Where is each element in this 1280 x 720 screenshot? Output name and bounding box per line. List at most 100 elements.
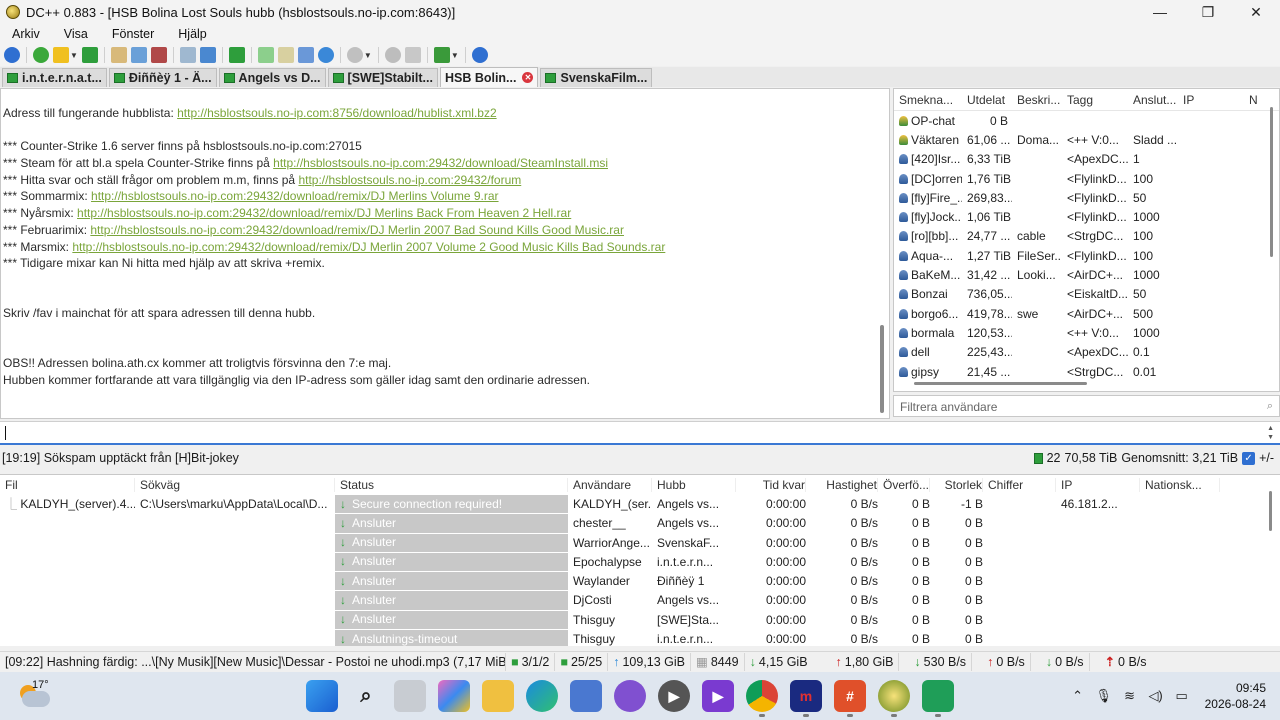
- microphone-icon[interactable]: 🎙: [1093, 685, 1115, 707]
- video-editor-icon[interactable]: ▶: [702, 680, 734, 712]
- tab-svenskafilm[interactable]: SvenskaFilm...: [540, 68, 653, 87]
- battery-icon[interactable]: ▭: [1171, 685, 1193, 707]
- tab-close-icon[interactable]: ✕: [522, 72, 534, 83]
- chevron-up-icon[interactable]: ⌃: [1067, 685, 1089, 707]
- user-row[interactable]: Aqua-... 1,27 TiB FileSer... <FlylinkD... 10…: [894, 246, 1279, 265]
- col-description[interactable]: Beskri...: [1012, 93, 1062, 107]
- weather-widget[interactable]: 17°: [18, 679, 58, 713]
- show-users-checkbox[interactable]: ✓: [1242, 451, 1256, 465]
- help-icon[interactable]: [471, 47, 488, 63]
- file-explorer-icon[interactable]: [482, 680, 514, 712]
- col-share[interactable]: Utdelat: [962, 93, 1012, 107]
- transfers-panel[interactable]: Fil Sökväg Status Användare Hubb Tid kva…: [0, 474, 1280, 646]
- col-nick[interactable]: Smekna...: [894, 93, 962, 107]
- user-row[interactable]: [DC]orren 1,76 TiB <FlylinkD... 100: [894, 169, 1279, 188]
- chat-scrollbar[interactable]: [877, 89, 887, 418]
- chat-panel[interactable]: Adress till fungerande hubblista: http:/…: [0, 88, 890, 419]
- chat-link[interactable]: http://hsblostsouls.no-ip.com:29432/down…: [91, 189, 499, 203]
- col-transferred[interactable]: Överfö...: [878, 478, 930, 492]
- input-spinner-icon[interactable]: ▲ ▼: [1267, 424, 1274, 442]
- user-row[interactable]: gipsy 21,45 ... <StrgDC... 0.01: [894, 362, 1279, 381]
- tab-hsb-bolina[interactable]: HSB Bolin... ✕: [439, 67, 539, 87]
- user-row[interactable]: Väktaren 61,06 ... Doma... <++ V:0... Sladd …: [894, 130, 1279, 149]
- start-windows-icon[interactable]: [306, 680, 338, 712]
- transfer-row[interactable]: ↓ Ansluter Thisguy [SWE]Sta... 0:00:00 0 B/s 0…: [0, 610, 1280, 631]
- col-file[interactable]: Fil: [0, 478, 135, 492]
- user-filter-input[interactable]: Filtrera användare ⌕: [893, 395, 1280, 417]
- tab-dinnie[interactable]: Ðiññèÿ 1 - Ä...: [108, 68, 217, 87]
- search-icon[interactable]: [179, 47, 196, 63]
- col-tag[interactable]: Tagg: [1062, 93, 1128, 107]
- col-country[interactable]: Nationsk...: [1140, 478, 1220, 492]
- close-button[interactable]: ✕: [1232, 0, 1280, 24]
- user-row[interactable]: BaKeM... 31,42 ... Looki... <AirDC+... 1000: [894, 265, 1279, 284]
- chat-link[interactable]: http://hsblostsouls.no-ip.com:29432/down…: [90, 223, 624, 237]
- user-row[interactable]: [ro][bb]... 24,77 ... cable <StrgDC... 100: [894, 227, 1279, 246]
- copilot-icon[interactable]: [438, 680, 470, 712]
- menu-visa[interactable]: Visa: [52, 27, 100, 41]
- clock[interactable]: 09:45 2026-08-24: [1205, 680, 1266, 712]
- task-view-icon[interactable]: [394, 680, 426, 712]
- chrome-browser-icon[interactable]: [746, 680, 778, 717]
- user-list-vscroll[interactable]: [1270, 107, 1273, 257]
- upload-icon[interactable]: [150, 47, 167, 63]
- podcast-app-icon[interactable]: [614, 680, 646, 712]
- message-input[interactable]: ▲ ▼: [0, 421, 1280, 445]
- transfer-row[interactable]: ↓ Ansluter WarriorAnge... SvenskaF... 0:00:0…: [0, 533, 1280, 553]
- col-cipher[interactable]: Chiffer: [983, 478, 1056, 492]
- toggle-userlist[interactable]: +/-: [1259, 451, 1274, 465]
- mtorrent-icon[interactable]: m: [790, 680, 822, 717]
- transfer-row[interactable]: ↓ Ansluter DjCosti Angels vs... 0:00:00 0 B/s…: [0, 591, 1280, 611]
- file-list-icon[interactable]: [277, 47, 294, 63]
- col-path[interactable]: Sökväg: [135, 478, 335, 492]
- dcpp-taskbar-icon[interactable]: [878, 680, 910, 717]
- menu-fonster[interactable]: Fönster: [100, 27, 166, 41]
- col-status[interactable]: Status: [335, 478, 568, 492]
- col-n[interactable]: N: [1244, 93, 1264, 107]
- user-row[interactable]: [fly]Fire_... 269,83... <FlylinkD... 50: [894, 188, 1279, 207]
- tab-angels[interactable]: Angels vs D...: [218, 68, 326, 87]
- hashtag-app-icon[interactable]: #: [834, 680, 866, 717]
- transfer-row[interactable]: ↓ Ansluter chester__ Angels vs... 0:00:00 0 B…: [0, 514, 1280, 534]
- user-row[interactable]: bormala 120,53... <++ V:0... 1000: [894, 323, 1279, 342]
- chat-link[interactable]: http://hsblostsouls.no-ip.com:29432/down…: [72, 240, 665, 254]
- microsoft-store-icon[interactable]: [570, 680, 602, 712]
- edge-browser-icon[interactable]: [526, 680, 558, 712]
- hash-icon[interactable]: [228, 47, 245, 63]
- user-row[interactable]: [fly]Jock... 1,06 TiB <FlylinkD... 1000: [894, 207, 1279, 226]
- volume-icon[interactable]: ◁): [1145, 685, 1167, 707]
- user-row[interactable]: borgo6... 419,78... swe <AirDC+... 500: [894, 304, 1279, 323]
- refresh-icon[interactable]: [317, 47, 334, 63]
- users-icon[interactable]: [81, 47, 98, 63]
- chat-link[interactable]: http://hsblostsouls.no-ip.com:29432/foru…: [298, 173, 521, 187]
- user-row[interactable]: dell 225,43... <ApexDC... 0.1: [894, 343, 1279, 362]
- plugin-puzzle-icon[interactable]: [433, 47, 450, 63]
- col-ip[interactable]: IP: [1178, 93, 1244, 107]
- queue-icon[interactable]: [110, 47, 127, 63]
- user-list[interactable]: Smekna... Utdelat Beskri... Tagg Anslut.…: [893, 88, 1280, 392]
- col-hub[interactable]: Hubb: [652, 478, 736, 492]
- transfer-row[interactable]: ↓ Ansluter Waylander Ðiññèÿ 1 0:00:00 0 B/s 0 …: [0, 572, 1280, 592]
- menu-arkiv[interactable]: Arkiv: [0, 27, 52, 41]
- transfer-row[interactable]: ⎿ KALDYH_(server).4... C:\Users\marku\App…: [0, 495, 1280, 515]
- dropdown-arrow-icon[interactable]: ▼: [70, 51, 78, 60]
- back-icon[interactable]: [4, 47, 20, 63]
- connect-icon[interactable]: [33, 47, 49, 63]
- away-icon[interactable]: [346, 47, 363, 63]
- transfer-row[interactable]: ↓ Ansluter Epochalypse i.n.t.e.r.n... 0:00:0…: [0, 552, 1280, 573]
- dropdown-arrow-icon[interactable]: ▼: [451, 51, 459, 60]
- open-list-icon[interactable]: [297, 47, 314, 63]
- finished-icon[interactable]: [130, 47, 147, 63]
- col-user[interactable]: Användare: [568, 478, 652, 492]
- transfer-row[interactable]: ↓ Anslutnings-timeout Thisguy i.n.t.e.r.n..…: [0, 630, 1280, 646]
- col-size[interactable]: Storlek: [930, 478, 983, 492]
- user-row[interactable]: OP-chat 0 B: [894, 111, 1279, 130]
- chat-link[interactable]: http://hsblostsouls.no-ip.com:29432/down…: [77, 206, 571, 220]
- settings-gear-icon[interactable]: [384, 47, 401, 63]
- col-speed[interactable]: Hastighet: [806, 478, 878, 492]
- dropdown-arrow-icon[interactable]: ▼: [364, 51, 372, 60]
- menu-hjalp[interactable]: Hjälp: [166, 27, 219, 41]
- favorites-star-icon[interactable]: [53, 47, 69, 63]
- media-player-icon[interactable]: ▶: [658, 680, 690, 712]
- chat-app-icon[interactable]: [922, 680, 954, 717]
